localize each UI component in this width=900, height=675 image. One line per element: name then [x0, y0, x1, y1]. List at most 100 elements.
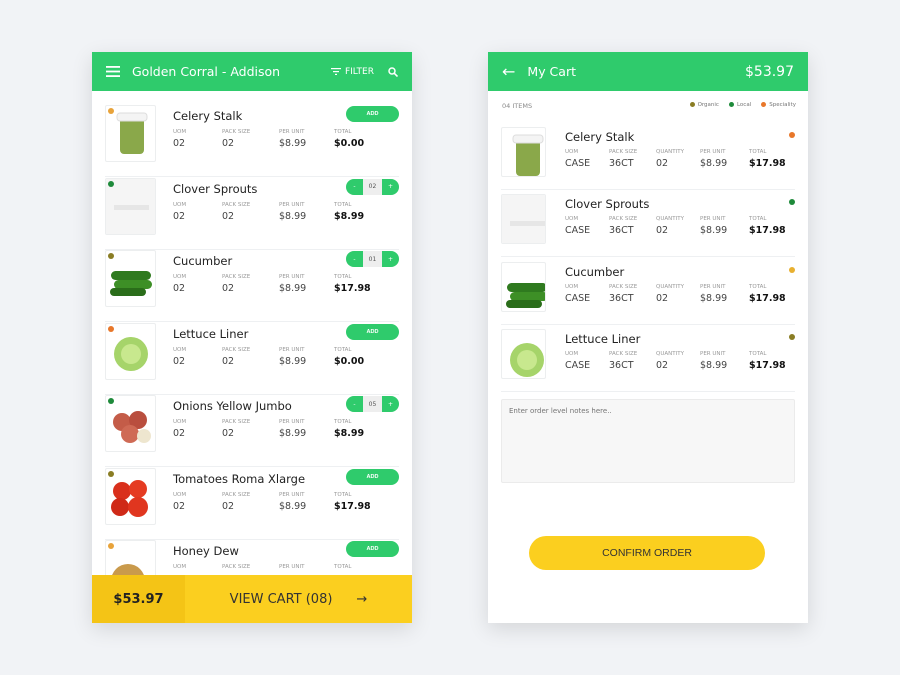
cart-row: Lettuce Liner UOM CASE PACK SIZE 36CT QUANTI…	[501, 326, 795, 392]
decrement-button[interactable]: -	[346, 251, 363, 267]
category-dot	[108, 543, 114, 549]
increment-button[interactable]: +	[382, 251, 399, 267]
add-button[interactable]: ADD	[346, 106, 399, 122]
product-name: Tomatoes Roma Xlarge	[173, 471, 306, 486]
legend-label: Local	[736, 102, 752, 108]
detail-column: UOM 02	[173, 419, 186, 439]
detail-value: CASE	[565, 359, 591, 371]
detail-column: PER UNIT $8.99	[700, 149, 727, 169]
add-button[interactable]: ADD	[346, 323, 399, 340]
detail-label: UOM	[565, 149, 579, 155]
view-cart-button[interactable]: VIEW CART (08) →	[185, 592, 412, 607]
detail-column: PACK SIZE 02	[222, 202, 250, 222]
detail-column: TOTAL $8.99	[334, 202, 364, 222]
detail-value: $8.99	[279, 283, 307, 294]
detail-label: UOM	[173, 491, 187, 498]
detail-label: UOM	[173, 129, 187, 135]
decrement-button[interactable]: -	[346, 178, 363, 195]
detail-value: 02	[222, 138, 235, 149]
detail-column: UOM 02	[173, 492, 186, 512]
detail-label: PACK SIZE	[222, 419, 251, 425]
detail-value: $8.99	[279, 428, 307, 439]
category-dot	[108, 180, 114, 187]
store-title: Golden Corral - Addison	[132, 64, 281, 79]
quantity-stepper[interactable]: -01 +	[346, 251, 399, 267]
detail-label: TOTAL	[749, 216, 767, 223]
detail-label: PER UNIT	[279, 491, 305, 498]
increment-button[interactable]: +	[382, 178, 399, 195]
quantity-value: 02	[368, 183, 377, 190]
detail-column: PER UNIT $8.99	[279, 347, 306, 367]
detail-column: PER UNIT $8.99	[279, 492, 306, 512]
quantity-stepper[interactable]: -02 +	[346, 178, 399, 195]
detail-value: $8.99	[700, 225, 728, 237]
detail-value: $17.98	[749, 158, 786, 169]
detail-value: 02	[173, 210, 186, 222]
quantity-value: 05	[368, 400, 377, 408]
view-cart-label: VIEW CART (08)	[229, 591, 333, 607]
detail-label: TOTAL	[334, 564, 352, 570]
detail-label: PER UNIT	[279, 346, 305, 353]
filter-button[interactable]: FILTER	[330, 66, 374, 77]
category-dot	[789, 266, 795, 273]
detail-label: TOTAL	[334, 346, 352, 353]
detail-label: PACK SIZE	[609, 283, 638, 290]
detail-value: $8.99	[279, 210, 307, 222]
detail-value: $8.99	[334, 210, 365, 222]
detail-label: PACK SIZE	[222, 491, 251, 498]
view-cart-bar[interactable]: $53.97 VIEW CART (08) →	[92, 575, 412, 623]
detail-column: QUANTITY 02	[656, 149, 684, 169]
legend-item: Speciality	[761, 102, 796, 108]
detail-column: UOM 02	[173, 347, 186, 367]
detail-label: PER UNIT	[279, 564, 305, 570]
detail-value: $17.98	[749, 292, 786, 304]
detail-label: PER UNIT	[279, 274, 305, 280]
menu-icon[interactable]	[106, 66, 120, 77]
detail-column: PACK SIZE 36CT	[609, 284, 637, 304]
order-notes-input[interactable]	[501, 399, 795, 483]
detail-column: UOM CASE	[565, 149, 590, 169]
detail-label: TOTAL	[334, 201, 352, 208]
detail-value: 02	[173, 428, 186, 439]
detail-label: QUANTITY	[656, 283, 684, 290]
add-button[interactable]: ADD	[346, 541, 399, 557]
confirm-order-button[interactable]: CONFIRM ORDER	[529, 536, 765, 570]
detail-label: TOTAL	[334, 491, 352, 498]
item-count: 04 ITEMS	[502, 102, 533, 110]
detail-column: PER UNIT $8.99	[279, 129, 306, 149]
detail-column: UOM 02	[173, 129, 186, 149]
filter-label: FILTER	[344, 66, 374, 77]
quantity-stepper[interactable]: -05 +	[346, 396, 399, 412]
detail-label: TOTAL	[749, 283, 767, 290]
detail-column: TOTAL $8.99	[334, 419, 364, 439]
cart-total: $53.97	[745, 63, 794, 80]
detail-value: 02	[222, 428, 235, 439]
store-header: Golden Corral - Addison FILTER	[92, 52, 412, 91]
detail-column: TOTAL	[334, 564, 351, 573]
decrement-button[interactable]: -	[346, 396, 363, 412]
detail-label: PER UNIT	[700, 216, 726, 223]
detail-column: PER UNIT $8.99	[700, 216, 727, 236]
detail-value: 36CT	[609, 292, 634, 304]
detail-label: PER UNIT	[700, 283, 726, 290]
search-icon[interactable]	[388, 66, 398, 77]
back-arrow-icon[interactable]: ←	[502, 62, 515, 81]
detail-label: TOTAL	[749, 149, 767, 155]
product-name: Clover Sprouts	[565, 197, 650, 212]
detail-column: PACK SIZE 36CT	[609, 351, 637, 371]
detail-value: $8.99	[334, 428, 365, 439]
legend-item: Local	[728, 102, 752, 108]
product-name: Clover Sprouts	[173, 181, 258, 196]
detail-column: TOTAL $17.98	[749, 351, 786, 371]
detail-value: 02	[173, 355, 186, 367]
detail-column: TOTAL $0.00	[334, 129, 364, 149]
detail-label: PER UNIT	[279, 419, 305, 425]
increment-button[interactable]: +	[382, 396, 399, 412]
detail-value: 36CT	[609, 158, 634, 169]
product-row: Onions Yellow Jumbo -05 + UOM 02 PACK SIZE 02…	[105, 395, 399, 467]
detail-value: 02	[656, 359, 669, 371]
add-button[interactable]: ADD	[346, 468, 399, 485]
detail-label: UOM	[565, 283, 579, 290]
detail-value: 02	[656, 225, 669, 237]
detail-label: UOM	[173, 201, 187, 208]
